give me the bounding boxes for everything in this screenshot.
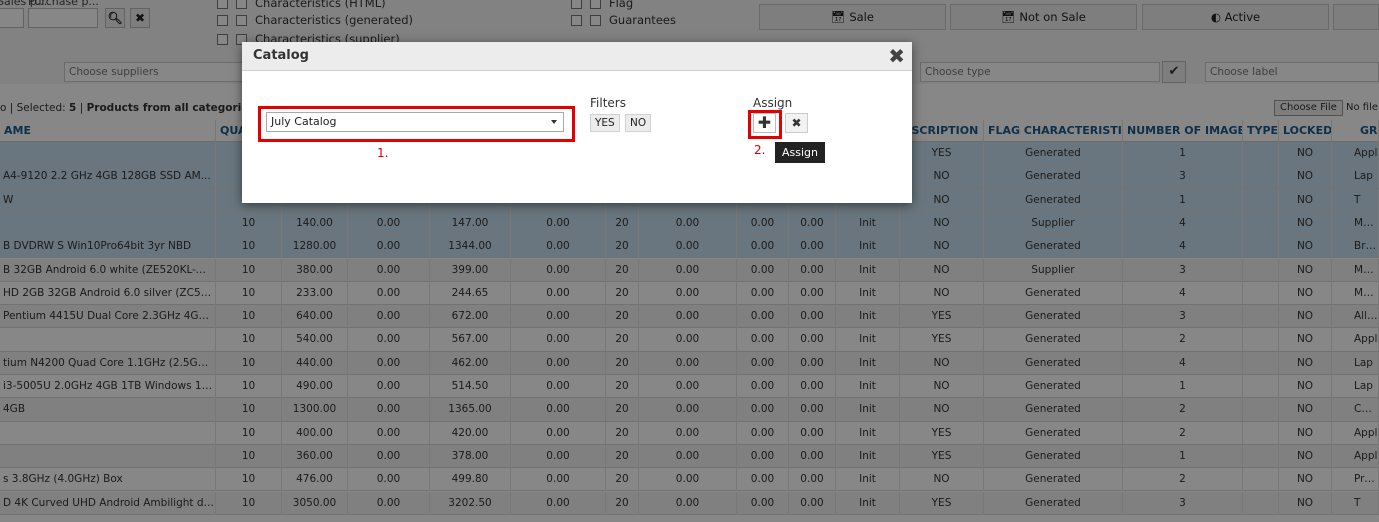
chevron-down-icon [551,120,557,124]
unassign-button[interactable]: ✖ [785,113,808,133]
step-1-marker: 1. [377,146,389,160]
close-icon: ✖ [791,116,802,130]
modal-header: Catalog ✖ [242,42,912,71]
plus-icon: ✚ [757,113,772,132]
catalog-select[interactable]: July Catalog [266,112,564,132]
modal-title: Catalog [253,48,309,63]
filter-no-button[interactable]: NO [625,114,652,132]
close-icon[interactable]: ✖ [888,44,905,68]
catalog-select-value: July Catalog [271,115,337,128]
filter-yes-button[interactable]: YES [590,114,620,132]
page: Sales p... Purchase p... 🔍︎ ✖ Characteri… [0,0,1379,522]
assign-button[interactable]: ✚ [753,113,776,133]
assign-tooltip: Assign [775,142,825,163]
filters-label: Filters [590,96,626,110]
catalog-modal: Catalog ✖ July Catalog 1. Filters YES NO… [242,42,912,203]
assign-label: Assign [753,96,793,110]
step-2-marker: 2. [754,143,766,157]
